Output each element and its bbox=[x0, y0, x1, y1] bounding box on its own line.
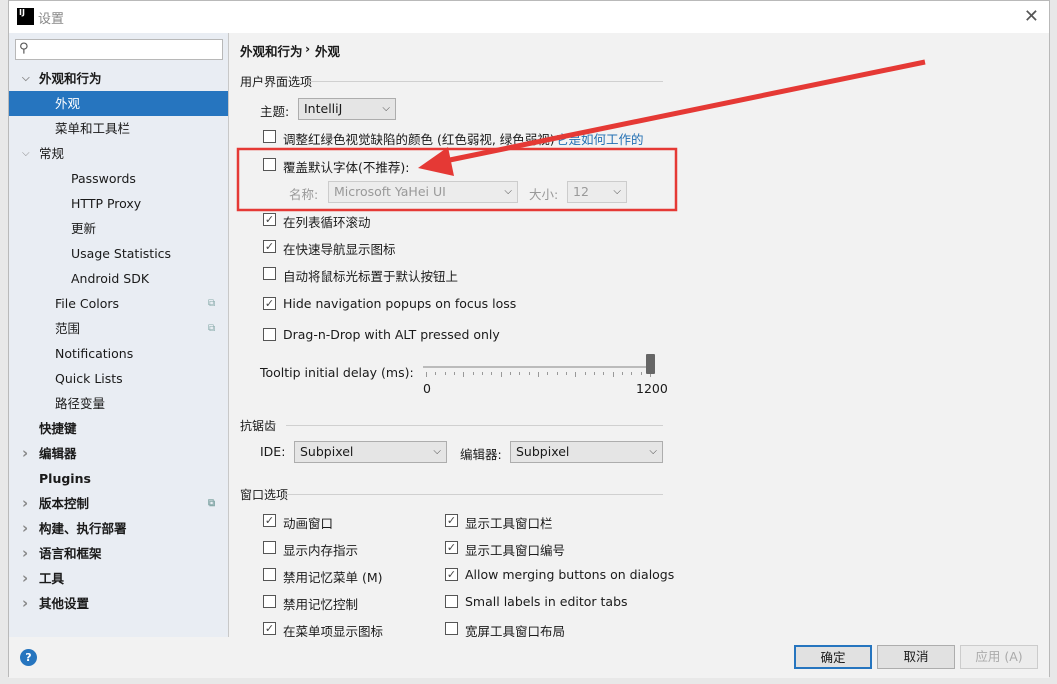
annotation-overlay bbox=[236, 59, 926, 212]
annotation-arrowhead bbox=[418, 147, 454, 176]
annotation-arrow bbox=[439, 59, 926, 165]
